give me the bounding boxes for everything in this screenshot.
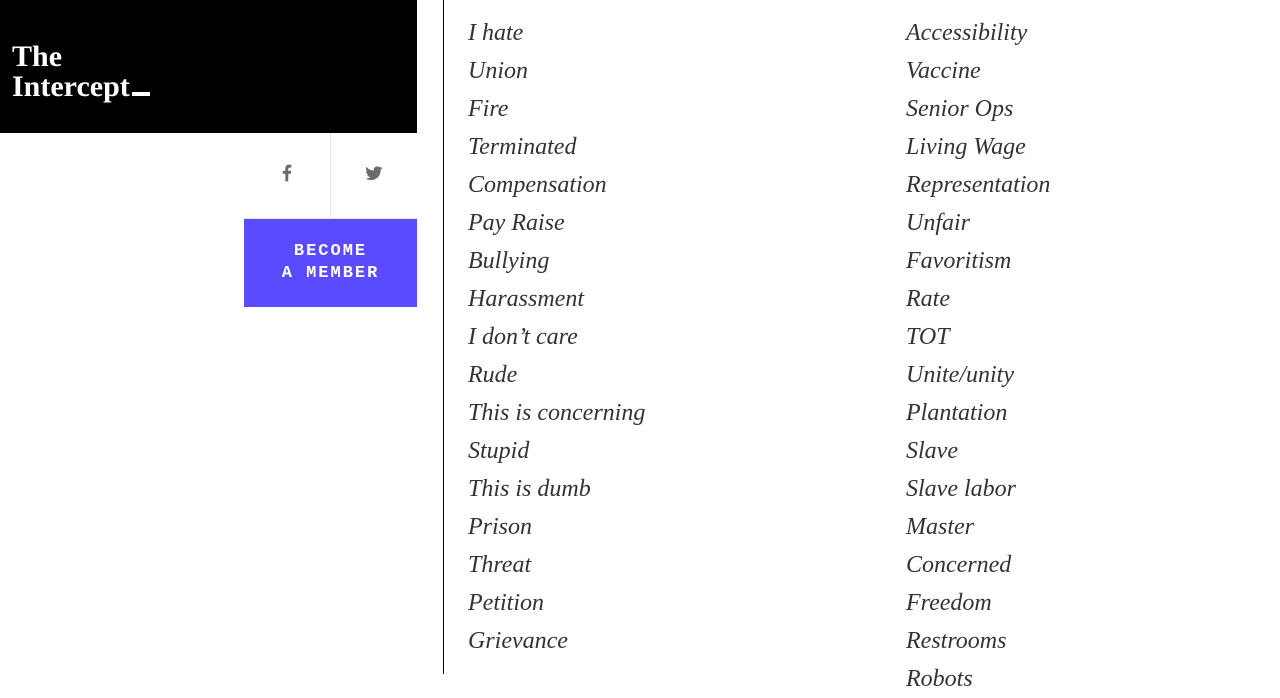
article-body: I hateUnionFireTerminatedCompensationPay… xyxy=(443,0,1280,674)
member-line-1: BECOME xyxy=(294,241,367,263)
term-item: Favoritism xyxy=(906,242,1280,280)
term-item: Freedom xyxy=(906,584,1280,622)
terms-column-left: I hateUnionFireTerminatedCompensationPay… xyxy=(468,0,842,674)
facebook-icon xyxy=(277,163,297,188)
terms-column-right: AccessibilityVaccineSenior OpsLiving Wag… xyxy=(906,0,1280,674)
twitter-icon xyxy=(364,163,384,188)
site-logo[interactable]: The Intercept xyxy=(0,0,417,133)
term-item: Rate xyxy=(906,280,1280,318)
term-item: Petition xyxy=(468,584,842,622)
term-item: Slave xyxy=(906,432,1280,470)
article-sidebar: BECOME A MEMBER xyxy=(244,133,417,307)
share-facebook-button[interactable] xyxy=(244,133,330,218)
term-item: Plantation xyxy=(906,394,1280,432)
term-item: Master xyxy=(906,508,1280,546)
term-item: Harassment xyxy=(468,280,842,318)
term-item: Union xyxy=(468,52,842,90)
share-twitter-button[interactable] xyxy=(330,133,417,218)
term-item: I hate xyxy=(468,14,842,52)
logo-line-1: The xyxy=(12,42,417,72)
term-item: Rude xyxy=(468,356,842,394)
logo-cursor-icon xyxy=(132,92,150,96)
term-item: Representation xyxy=(906,166,1280,204)
term-item: Robots xyxy=(906,660,1280,698)
term-item: This is concerning xyxy=(468,394,842,432)
term-item: Grievance xyxy=(468,622,842,660)
term-item: Senior Ops xyxy=(906,90,1280,128)
term-item: Accessibility xyxy=(906,14,1280,52)
term-item: Threat xyxy=(468,546,842,584)
term-item: Restrooms xyxy=(906,622,1280,660)
logo-word: Intercept xyxy=(12,72,130,102)
term-item: Pay Raise xyxy=(468,204,842,242)
term-item: Unite/unity xyxy=(906,356,1280,394)
term-item: Vaccine xyxy=(906,52,1280,90)
term-item: Stupid xyxy=(468,432,842,470)
term-item: Bullying xyxy=(468,242,842,280)
term-item: Slave labor xyxy=(906,470,1280,508)
term-item: Unfair xyxy=(906,204,1280,242)
term-item: Compensation xyxy=(468,166,842,204)
term-item: This is dumb xyxy=(468,470,842,508)
member-line-2: A MEMBER xyxy=(282,263,380,285)
logo-line-2: Intercept xyxy=(12,72,417,102)
term-item: Terminated xyxy=(468,128,842,166)
become-member-button[interactable]: BECOME A MEMBER xyxy=(244,219,417,307)
term-item: Prison xyxy=(468,508,842,546)
term-item: Fire xyxy=(468,90,842,128)
term-item: TOT xyxy=(906,318,1280,356)
term-item: Concerned xyxy=(906,546,1280,584)
term-item: Living Wage xyxy=(906,128,1280,166)
term-item: I don’t care xyxy=(468,318,842,356)
share-row xyxy=(244,133,417,219)
